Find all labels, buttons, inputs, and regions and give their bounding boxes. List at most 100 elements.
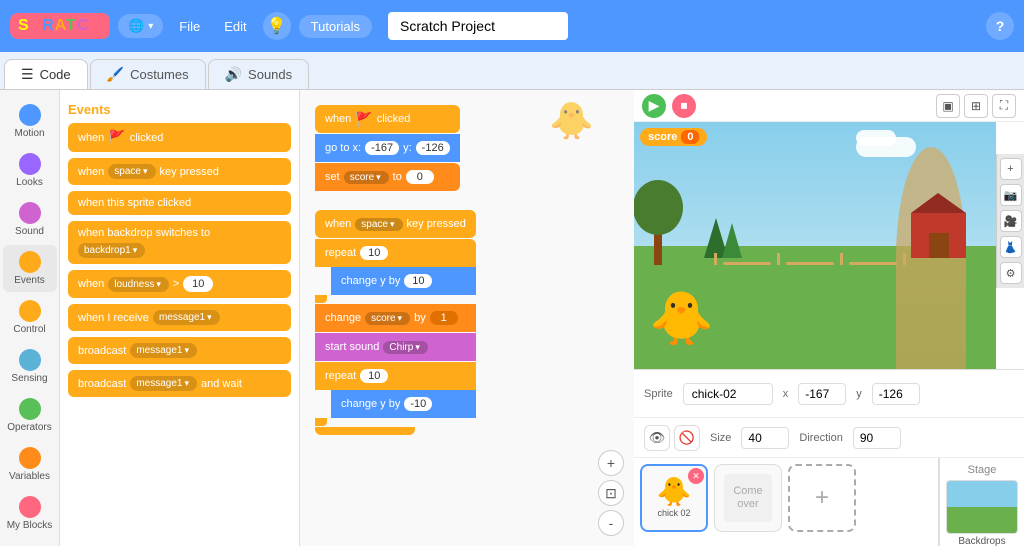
script2-when-space[interactable]: when space key pressed — [315, 210, 476, 238]
tab-code[interactable]: ☰ Code — [4, 59, 88, 89]
barn — [911, 213, 966, 258]
chick-stage-sprite: 🐥 — [649, 288, 714, 349]
stage-section: Stage Backdrops 2 — [939, 458, 1024, 546]
main-area: Motion Looks Sound Events Control Sensin… — [0, 90, 1024, 546]
block-when-receive[interactable]: when I receive message1 — [68, 304, 291, 331]
category-sound[interactable]: Sound — [3, 196, 57, 243]
sprite-label: Sprite — [644, 388, 673, 400]
stage-tool-camera[interactable]: 📷 — [1000, 184, 1022, 206]
sprite-info-bar: Sprite x y — [634, 370, 1024, 418]
sprite-thumbnail: 🐥 — [657, 478, 692, 506]
sprite-item-2[interactable]: Come over — [714, 464, 782, 532]
sprite-direction-input[interactable] — [853, 427, 901, 449]
zoom-controls: + ⊡ - — [598, 450, 624, 536]
script-go-to[interactable]: go to x: -167 y: -126 — [315, 134, 460, 162]
script2-start-sound[interactable]: start sound Chirp — [315, 333, 476, 361]
block-when-loudness[interactable]: when loudness > 10 — [68, 270, 291, 298]
block-when-flag-clicked[interactable]: when 🚩 clicked — [68, 123, 291, 152]
x-label: x — [783, 388, 789, 400]
size-label: Size — [710, 432, 731, 444]
sprites-section: ✕ 🐥 chick 02 Come over + — [634, 458, 939, 546]
globe-button[interactable]: 🌐 ▾ — [118, 14, 163, 38]
category-events[interactable]: Events — [3, 245, 57, 292]
backdrops-label: Backdrops — [946, 536, 1018, 546]
stage-normal-view-button[interactable]: ⊞ — [964, 94, 988, 118]
header: SCRATCH 🌐 ▾ File Edit 💡 Tutorials ? — [0, 0, 1024, 52]
globe-arrow: ▾ — [148, 21, 153, 32]
stage-small-view-button[interactable]: ▣ — [936, 94, 960, 118]
edit-menu[interactable]: Edit — [216, 15, 254, 38]
category-myblocks[interactable]: My Blocks — [3, 490, 57, 537]
category-control[interactable]: Control — [3, 294, 57, 341]
code-tab-label: Code — [40, 67, 71, 82]
stage-fullscreen-button[interactable]: ⛶ — [992, 94, 1016, 118]
sprite-controls-bar: 👁 🚫 Size Direction — [634, 418, 1024, 458]
barn-body — [911, 213, 966, 258]
block-when-key-pressed[interactable]: when space key pressed — [68, 158, 291, 185]
category-sensing[interactable]: Sensing — [3, 343, 57, 390]
sprite-delete-button[interactable]: ✕ — [688, 468, 704, 484]
fence — [714, 253, 906, 265]
stage-area: ▶ ⏹ ▣ ⊞ ⛶ — [634, 90, 1024, 370]
script2-change-y2[interactable]: change y by -10 — [331, 390, 476, 418]
zoom-out-button[interactable]: - — [598, 510, 624, 536]
stage-tool-settings[interactable]: ⚙ — [1000, 262, 1022, 284]
costumes-tab-icon: 🖌️ — [107, 66, 124, 83]
tabs-bar: ☰ Code 🖌️ Costumes 🔊 Sounds — [0, 52, 1024, 90]
tab-costumes[interactable]: 🖌️ Costumes — [90, 59, 206, 89]
stage-thumbnail[interactable] — [946, 480, 1018, 534]
sprite-y-input[interactable] — [872, 383, 920, 405]
script-when-flag[interactable]: when 🚩 clicked — [315, 105, 460, 133]
script2-end — [315, 427, 415, 435]
script2-repeat-header[interactable]: repeat 10 — [315, 239, 476, 267]
block-broadcast[interactable]: broadcast message1 — [68, 337, 291, 364]
category-motion[interactable]: Motion — [3, 98, 57, 145]
tab-sounds[interactable]: 🔊 Sounds — [208, 59, 310, 89]
stage-background: 🐥 score 0 — [634, 122, 996, 369]
sprite-name-input[interactable] — [683, 383, 773, 405]
project-title-input[interactable] — [388, 12, 568, 40]
repeat-close-notch — [315, 295, 327, 303]
add-sprite-button[interactable]: + — [788, 464, 856, 532]
hide-sprite-button[interactable]: 🚫 — [674, 425, 700, 451]
sprite-items: ✕ 🐥 chick 02 Come over + — [640, 464, 932, 532]
sprite-size-input[interactable] — [741, 427, 789, 449]
direction-label: Direction — [799, 432, 842, 444]
barn-door — [929, 233, 949, 258]
tutorials-light-icon: 💡 — [263, 12, 291, 40]
script2-repeat-inner: repeat 10 change y by -10 — [315, 362, 476, 426]
stage-tool-video[interactable]: 🎥 — [1000, 210, 1022, 232]
script2-change-score[interactable]: change score by 1 — [315, 304, 476, 332]
script2-change-y[interactable]: change y by 10 — [331, 267, 476, 295]
chick-script-area: 🐥 — [549, 100, 594, 142]
stage-tool-expand[interactable]: + — [1000, 158, 1022, 180]
script-set-score[interactable]: set score to 0 — [315, 163, 460, 191]
barn-roof — [911, 193, 966, 213]
zoom-in-button[interactable]: + — [598, 450, 624, 476]
file-menu[interactable]: File — [171, 15, 208, 38]
green-flag-button[interactable]: ▶ — [642, 94, 666, 118]
block-when-sprite-clicked[interactable]: when this sprite clicked — [68, 191, 291, 215]
zoom-fit-button[interactable]: ⊡ — [598, 480, 624, 506]
sounds-tab-icon: 🔊 — [225, 66, 242, 83]
script2-repeat2-body: change y by -10 — [331, 390, 476, 418]
help-button[interactable]: ? — [986, 12, 1014, 40]
scratch-logo: SCRATCH — [10, 13, 110, 39]
y-label: y — [856, 388, 862, 400]
stage-playback-controls: ▶ ⏹ — [642, 94, 696, 118]
script2-repeat-body: change y by 10 — [331, 267, 476, 295]
category-variables[interactable]: Variables — [3, 441, 57, 488]
tutorials-button[interactable]: Tutorials — [299, 15, 372, 38]
category-looks[interactable]: Looks — [3, 147, 57, 194]
script2-repeat2-header[interactable]: repeat 10 — [315, 362, 476, 390]
show-sprite-button[interactable]: 👁 — [644, 425, 670, 451]
stage-tool-costume[interactable]: 👗 — [1000, 236, 1022, 258]
stop-button[interactable]: ⏹ — [672, 94, 696, 118]
block-when-backdrop[interactable]: when backdrop switches to backdrop1 — [68, 221, 291, 264]
block-broadcast-wait[interactable]: broadcast message1 and wait — [68, 370, 291, 397]
script2-repeat-outer: repeat 10 change y by 10 — [315, 239, 476, 303]
sprite-x-input[interactable] — [798, 383, 846, 405]
sprite-item-chick02[interactable]: ✕ 🐥 chick 02 — [640, 464, 708, 532]
category-operators[interactable]: Operators — [3, 392, 57, 439]
score-display: score 0 — [640, 128, 707, 146]
